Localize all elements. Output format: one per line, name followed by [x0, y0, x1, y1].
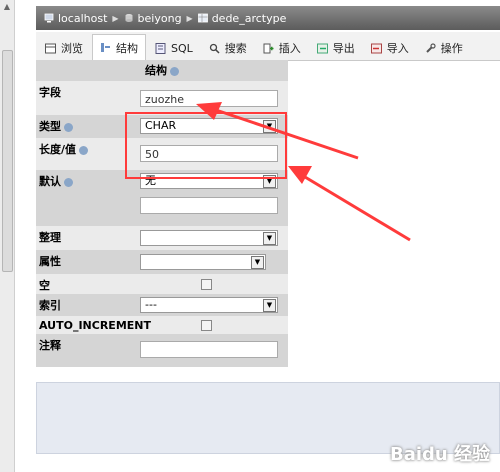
type-label: 类型	[36, 115, 132, 138]
import-icon	[370, 43, 382, 53]
tab-sql[interactable]: SQL	[148, 36, 200, 60]
row-attributes: 属性 ▼	[36, 250, 288, 274]
wrench-icon	[426, 42, 436, 53]
attributes-label: 属性	[39, 255, 61, 268]
tab-import[interactable]: 导入	[364, 36, 416, 60]
row-auto-increment: AUTO_INCREMENT	[36, 316, 288, 334]
database-icon	[125, 14, 133, 22]
annotation-box	[125, 112, 287, 179]
tab-export[interactable]: 导出	[310, 36, 362, 60]
collation-select[interactable]: ▼	[140, 230, 278, 246]
row-field: 字段 zuozhe	[36, 81, 288, 115]
tab-insert[interactable]: 插入	[256, 36, 308, 60]
browse-icon	[45, 43, 56, 53]
breadcrumb: localhost ▶ beiyong ▶ dede_arctype	[36, 6, 500, 30]
export-icon	[316, 43, 328, 53]
collation-label: 整理	[39, 231, 61, 244]
table-icon	[197, 13, 208, 23]
breadcrumb-separator-icon: ▶	[186, 13, 193, 23]
comment-label: 注释	[39, 339, 61, 352]
watermark-logo: Baidu 经验	[389, 444, 490, 465]
breadcrumb-separator-icon: ▶	[112, 13, 119, 23]
auto-increment-label: AUTO_INCREMENT	[39, 319, 151, 332]
default-label: 默认	[36, 170, 132, 226]
form-header: 结构	[36, 60, 288, 81]
null-label: 空	[39, 279, 50, 292]
field-label: 字段	[39, 86, 61, 99]
row-comment: 注释	[36, 334, 288, 367]
structure-form: 结构 字段 zuozhe 类型 CHAR ▼ 长度/值 50 默认 无 ▼ 整理…	[36, 60, 288, 367]
tab-operations[interactable]: 操作	[418, 36, 470, 60]
help-icon[interactable]	[170, 66, 179, 76]
breadcrumb-table[interactable]: dede_arctype	[197, 12, 286, 25]
insert-icon	[263, 43, 274, 53]
left-scrollbar[interactable]: ▲	[0, 0, 15, 472]
breadcrumb-database[interactable]: beiyong	[124, 12, 182, 25]
scroll-up-arrow-icon[interactable]: ▲	[2, 2, 12, 12]
field-name-input[interactable]: zuozhe	[140, 90, 278, 107]
structure-icon	[101, 43, 110, 52]
help-icon[interactable]	[64, 122, 73, 132]
search-icon	[209, 43, 220, 54]
index-label: 索引	[39, 299, 61, 312]
breadcrumb-server[interactable]: localhost	[44, 12, 107, 25]
length-label: 长度/值	[36, 138, 132, 170]
row-null: 空	[36, 274, 288, 294]
chevron-down-icon: ▼	[263, 299, 276, 312]
row-index: 索引 --- ▼	[36, 294, 288, 316]
comment-input[interactable]	[140, 341, 278, 358]
tab-search[interactable]: 搜索	[202, 36, 254, 60]
sql-icon	[155, 42, 166, 54]
tab-structure[interactable]: 结构	[92, 34, 146, 60]
scrollbar-thumb[interactable]	[2, 50, 13, 272]
attributes-select[interactable]: ▼	[140, 254, 266, 270]
tab-browse[interactable]: 浏览	[38, 36, 90, 60]
help-icon[interactable]	[64, 177, 73, 187]
null-checkbox[interactable]	[201, 279, 212, 290]
row-collation: 整理 ▼	[36, 226, 288, 250]
tab-bar: 浏览 结构 SQL 搜索 插入 导出 导入 操作	[36, 32, 500, 61]
auto-increment-checkbox[interactable]	[201, 320, 212, 331]
help-icon[interactable]	[79, 145, 89, 155]
chevron-down-icon: ▼	[251, 256, 264, 269]
default-value-input[interactable]	[140, 197, 278, 214]
chevron-down-icon: ▼	[263, 232, 276, 245]
arrow-to-length-icon	[288, 166, 411, 242]
server-icon	[44, 13, 54, 23]
index-select[interactable]: --- ▼	[140, 297, 278, 313]
